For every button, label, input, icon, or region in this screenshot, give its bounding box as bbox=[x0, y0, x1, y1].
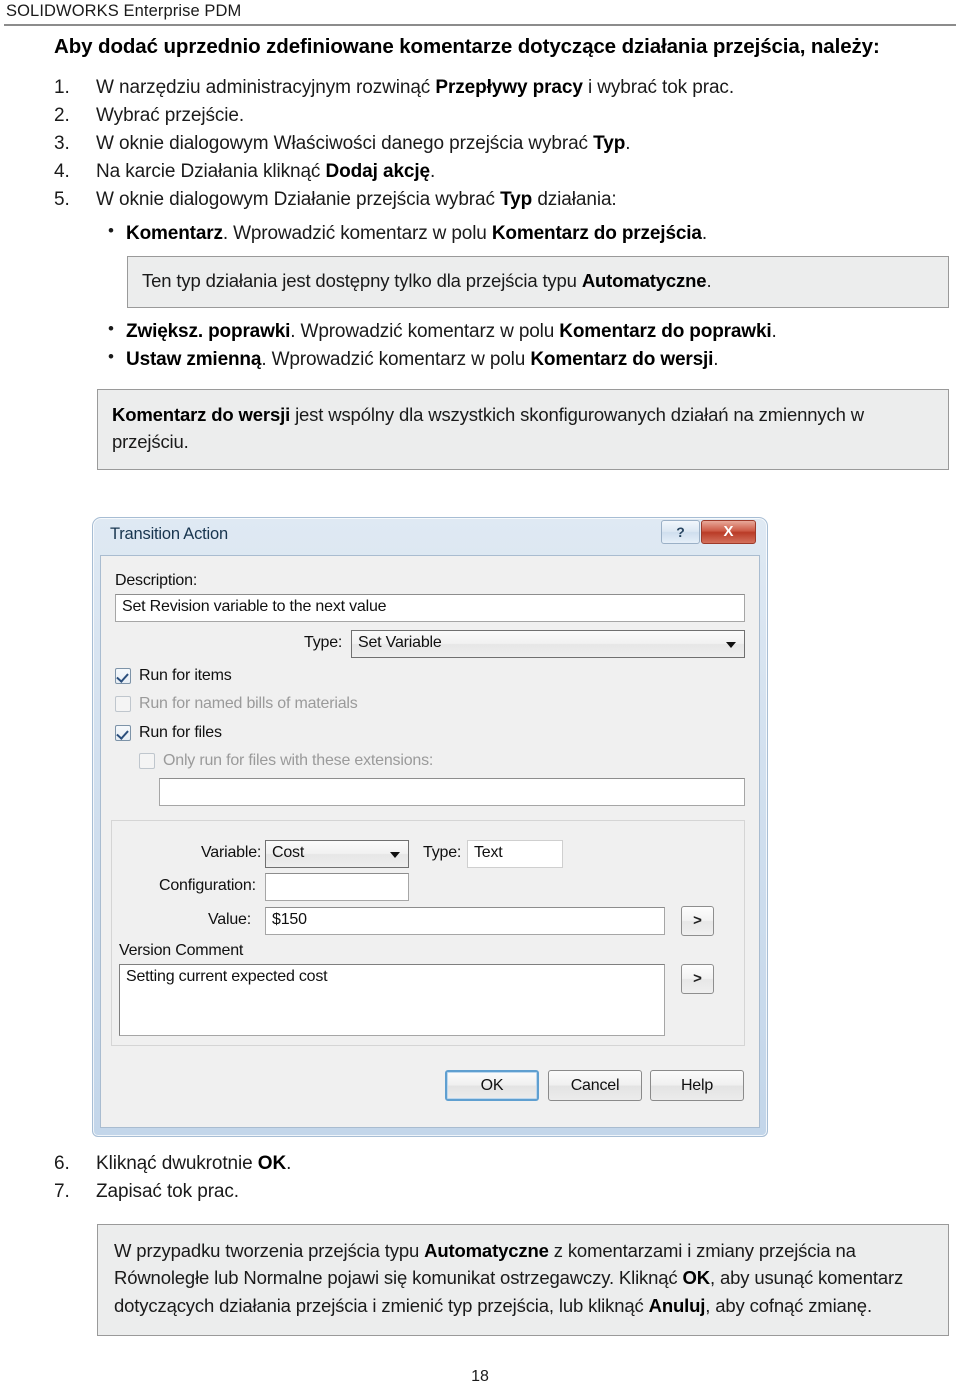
list-item: 5. W oknie dialogowym Działanie przejści… bbox=[0, 186, 960, 214]
bullet-text: Komentarz. Wprowadzić komentarz w polu K… bbox=[126, 222, 707, 244]
step-text: Na karcie Działania kliknąć Dodaj akcję. bbox=[96, 160, 436, 182]
extensions-input[interactable] bbox=[159, 778, 745, 806]
chevron-down-icon bbox=[726, 642, 736, 648]
step-number: 6. bbox=[54, 1153, 70, 1174]
version-comment-textarea[interactable]: Setting current expected cost bbox=[119, 964, 665, 1036]
run-for-files-label: Run for files bbox=[139, 724, 222, 741]
list-item: • Komentarz. Wprowadzić komentarz w polu… bbox=[0, 220, 960, 249]
note-box-automatyczne: Ten typ działania jest dostępny tylko dl… bbox=[127, 256, 949, 308]
run-for-files-checkbox[interactable] bbox=[115, 725, 131, 741]
version-comment-expand-button[interactable]: > bbox=[681, 964, 714, 994]
list-item: • Zwiększ. poprawki. Wprowadzić komentar… bbox=[0, 318, 960, 347]
bullet-text: Zwiększ. poprawki. Wprowadzić komentarz … bbox=[126, 320, 777, 342]
list-item: 3. W oknie dialogowym Właściwości danego… bbox=[0, 130, 960, 158]
list-item: 2. Wybrać przejście. bbox=[0, 102, 960, 130]
variable-select-value: Cost bbox=[272, 844, 305, 861]
description-input[interactable]: Set Revision variable to the next value bbox=[115, 594, 745, 622]
configuration-input[interactable] bbox=[265, 873, 409, 901]
header-divider bbox=[4, 24, 956, 26]
bullet-glyph: • bbox=[108, 347, 114, 367]
only-run-extensions-checkbox[interactable] bbox=[139, 753, 155, 769]
bullet-text: Ustaw zmienną. Wprowadzić komentarz w po… bbox=[126, 349, 719, 371]
variable-type-label: Type: bbox=[423, 844, 462, 861]
type-select-value: Set Variable bbox=[358, 634, 442, 651]
run-for-items-label: Run for items bbox=[139, 667, 232, 684]
close-icon[interactable]: X bbox=[701, 520, 756, 544]
step-number: 3. bbox=[54, 132, 70, 154]
run-for-items-checkbox[interactable] bbox=[115, 668, 131, 684]
bullet-list-komentarz: • Komentarz. Wprowadzić komentarz w polu… bbox=[0, 220, 960, 249]
variable-select[interactable]: Cost bbox=[265, 840, 409, 868]
step-text: W oknie dialogowym Działanie przejścia w… bbox=[96, 188, 617, 210]
dialog-client-area: Description: Set Revision variable to th… bbox=[100, 555, 760, 1128]
ok-button[interactable]: OK bbox=[445, 1070, 539, 1101]
list-item: • Ustaw zmienną. Wprowadzić komentarz w … bbox=[0, 346, 960, 375]
help-question-icon[interactable]: ? bbox=[661, 520, 700, 544]
step-text: W narzędziu administracyjnym rozwinąć Pr… bbox=[96, 77, 735, 99]
step-text: W oknie dialogowym Właściwości danego pr… bbox=[96, 132, 631, 154]
chevron-down-icon bbox=[390, 852, 400, 858]
list-item: 4. Na karcie Działania kliknąć Dodaj akc… bbox=[0, 158, 960, 186]
bullet-glyph: • bbox=[108, 318, 114, 338]
list-item: 7. Zapisać tok prac. bbox=[0, 1178, 960, 1206]
cancel-button[interactable]: Cancel bbox=[548, 1070, 642, 1101]
document-content-bottom: 6. Kliknąć dwukrotnie OK. 7. Zapisać tok… bbox=[0, 1150, 960, 1336]
step-number: 4. bbox=[54, 160, 70, 182]
step-number: 1. bbox=[54, 77, 70, 99]
dialog-title: Transition Action bbox=[110, 525, 228, 543]
note-box-ostrzezenie: W przypadku tworzenia przejścia typu Aut… bbox=[97, 1223, 949, 1336]
step-number: 5. bbox=[54, 188, 70, 210]
bullet-list-zwieksz-ustaw: • Zwiększ. poprawki. Wprowadzić komentar… bbox=[0, 318, 960, 375]
value-input[interactable]: $150 bbox=[265, 907, 665, 935]
type-label: Type: bbox=[304, 634, 343, 651]
description-label: Description: bbox=[115, 572, 198, 589]
run-for-named-bom-checkbox[interactable] bbox=[115, 696, 131, 712]
steps-list-top: 1. W narzędziu administracyjnym rozwinąć… bbox=[0, 74, 960, 214]
only-run-extensions-label: Only run for files with these extensions… bbox=[163, 752, 434, 769]
step-text: Zapisać tok prac. bbox=[96, 1180, 239, 1202]
transition-action-dialog-screenshot: Transition Action ? X Description: Set R… bbox=[92, 517, 768, 1137]
note-box-komentarz-wersji: Komentarz do wersji jest wspólny dla wsz… bbox=[97, 388, 949, 471]
page-number: 18 bbox=[471, 1368, 489, 1385]
configuration-label: Configuration: bbox=[159, 877, 256, 894]
step-number: 2. bbox=[54, 104, 70, 126]
page-header: SOLIDWORKS Enterprise PDM bbox=[0, 0, 960, 26]
version-comment-label: Version Comment bbox=[119, 942, 244, 959]
variable-type-readonly: Text bbox=[467, 840, 563, 868]
bullet-glyph: • bbox=[108, 220, 114, 240]
step-number: 7. bbox=[54, 1180, 70, 1202]
list-item: 1. W narzędziu administracyjnym rozwinąć… bbox=[0, 74, 960, 102]
value-expand-button[interactable]: > bbox=[681, 906, 714, 936]
step-text: Kliknąć dwukrotnie OK. bbox=[96, 1153, 292, 1174]
value-label: Value: bbox=[208, 911, 251, 928]
type-select[interactable]: Set Variable bbox=[351, 630, 745, 658]
step-text: Wybrać przejście. bbox=[96, 104, 245, 126]
page-title: Aby dodać uprzednio zdefiniowane komenta… bbox=[54, 35, 880, 58]
steps-list-bottom: 6. Kliknąć dwukrotnie OK. 7. Zapisać tok… bbox=[0, 1150, 960, 1206]
document-content: Aby dodać uprzednio zdefiniowane komenta… bbox=[0, 34, 960, 471]
run-for-named-bom-label: Run for named bills of materials bbox=[139, 695, 358, 712]
running-title: SOLIDWORKS Enterprise PDM bbox=[6, 2, 242, 20]
list-item: 6. Kliknąć dwukrotnie OK. bbox=[0, 1150, 960, 1178]
help-button[interactable]: Help bbox=[650, 1070, 744, 1101]
variable-label: Variable: bbox=[201, 844, 262, 861]
